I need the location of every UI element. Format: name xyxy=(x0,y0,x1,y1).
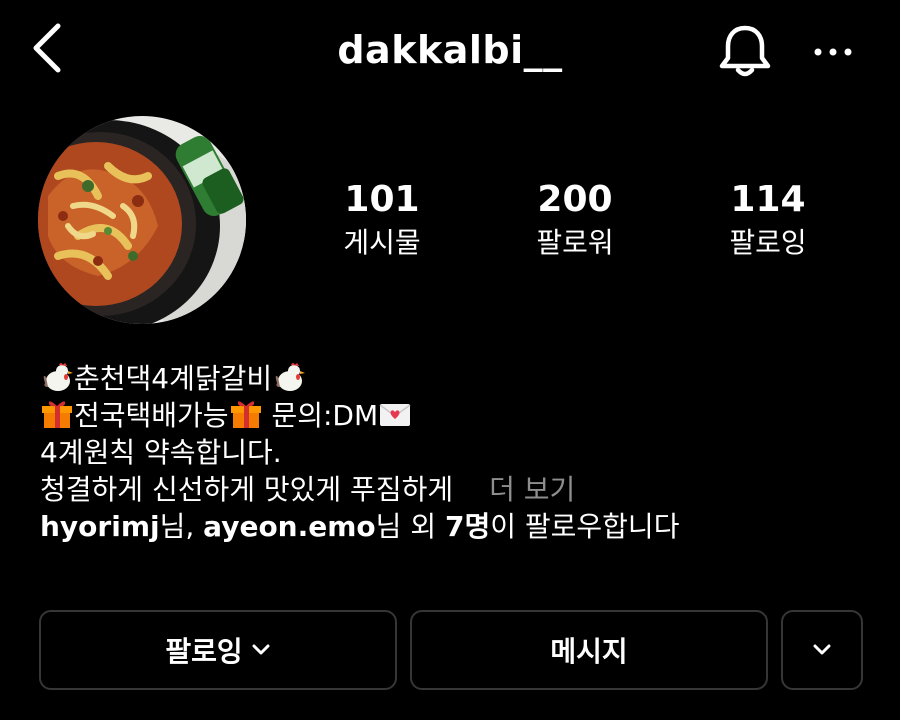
follower-username-1[interactable]: hyorimj xyxy=(40,510,160,543)
followed-by-suffix-3: 이 팔로우합니다 xyxy=(490,510,680,543)
bio-line-2b-text: 문의:DM xyxy=(262,399,379,432)
bio-line-1: 춘천댁4계닭갈비 xyxy=(40,360,679,397)
bio-line-1-text: 춘천댁4계닭갈비 xyxy=(74,362,273,395)
bio-line-2a-text: 전국택배가능 xyxy=(74,399,229,432)
stat-followers[interactable]: 200 팔로워 xyxy=(495,178,655,262)
see-more-link[interactable]: 더 보기 xyxy=(489,473,575,506)
followers-count: 200 xyxy=(537,179,613,220)
bio-line-4: 청결하게 신선하게 맛있게 푸짐하게 더 보기 xyxy=(40,471,679,508)
follower-username-2[interactable]: ayeon.emo xyxy=(203,510,375,543)
more-horizontal-icon xyxy=(814,48,852,56)
profile-avatar[interactable] xyxy=(38,116,246,324)
bio-line-3: 4계원칙 약속합니다. xyxy=(40,436,282,469)
rooster-emoji-icon xyxy=(275,363,306,391)
top-bar: dakkalbi__ xyxy=(0,0,900,100)
avatar-image xyxy=(38,116,246,324)
bio-line-4-text: 청결하게 신선하게 맛있게 푸짐하게 xyxy=(40,473,454,506)
love-letter-emoji-icon xyxy=(379,404,411,426)
message-button[interactable]: 메시지 xyxy=(410,610,768,690)
stat-posts[interactable]: 101 게시물 xyxy=(302,178,462,262)
chevron-down-icon xyxy=(252,644,270,655)
followers-label: 팔로워 xyxy=(536,226,614,259)
gift-emoji-icon xyxy=(230,401,261,428)
profile-bio: 춘천댁4계닭갈비 전국택배가능 문의:DM 4계원칙 약속합니다. 청결하게 신… xyxy=(40,360,679,545)
following-label: 팔로잉 xyxy=(729,226,807,259)
following-button-label: 팔로잉 xyxy=(165,635,243,668)
suggested-accounts-button[interactable] xyxy=(781,610,863,690)
bell-icon xyxy=(719,25,771,77)
rooster-emoji-icon xyxy=(43,363,73,391)
followed-by-count: 7명 xyxy=(444,510,491,543)
following-button[interactable]: 팔로잉 xyxy=(39,610,397,690)
followed-by-suffix-1: 님, xyxy=(159,510,204,543)
posts-label: 게시물 xyxy=(343,226,421,259)
gift-emoji-icon xyxy=(42,401,72,428)
following-count: 114 xyxy=(730,179,806,220)
followed-by[interactable]: hyorimj님, ayeon.emo님 외 7명이 팔로우합니다 xyxy=(40,508,679,545)
stat-following[interactable]: 114 팔로잉 xyxy=(688,178,848,262)
chevron-down-icon xyxy=(813,644,831,655)
notifications-button[interactable] xyxy=(714,20,776,82)
more-options-button[interactable] xyxy=(808,30,858,70)
posts-count: 101 xyxy=(344,179,420,220)
bio-line-2: 전국택배가능 문의:DM xyxy=(40,397,679,434)
followed-by-suffix-2: 님 외 xyxy=(375,510,445,543)
message-button-label: 메시지 xyxy=(550,635,628,668)
